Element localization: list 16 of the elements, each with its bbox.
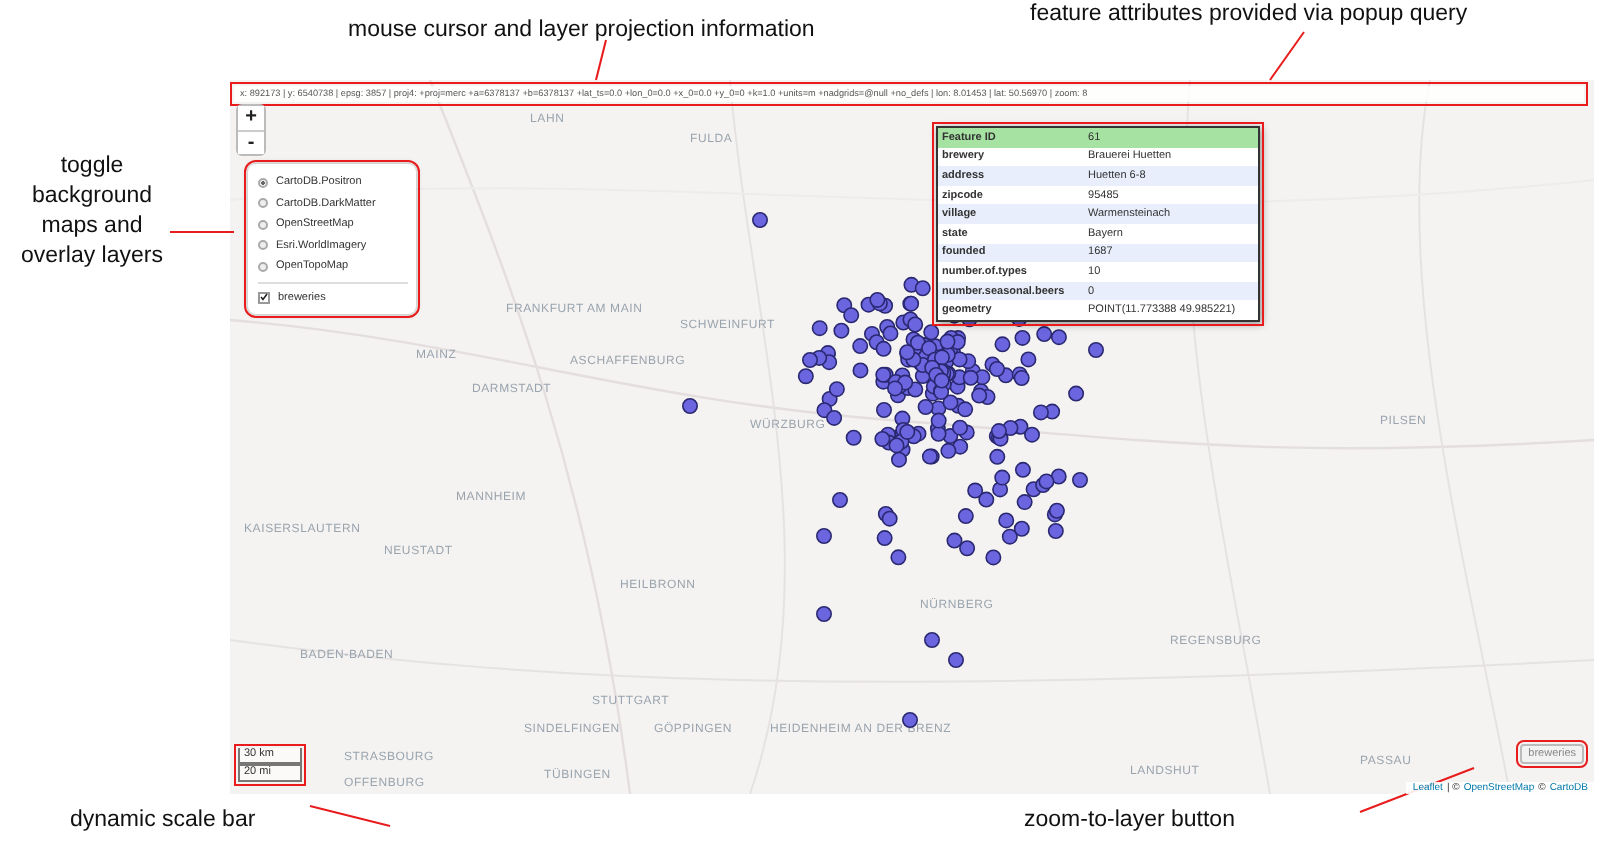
- leader-line: [309, 805, 391, 827]
- checkbox[interactable]: [258, 291, 270, 304]
- leader-line: [169, 231, 235, 233]
- annotation-label: zoom-to-layer button: [1024, 808, 1235, 832]
- zoom-button[interactable]: -: [238, 130, 264, 154]
- annotation-label: feature attributes provided via popup query: [1030, 2, 1468, 26]
- leader-line: [595, 39, 607, 81]
- annotation-label: toggle background maps and overlay layers: [19, 152, 165, 272]
- annotation-label: dynamic scale bar: [70, 808, 256, 832]
- radio-button[interactable]: [258, 219, 268, 230]
- radio-button[interactable]: [258, 177, 268, 188]
- annotation-label: mouse cursor and layer projection information: [348, 18, 815, 42]
- leader-line: [1269, 31, 1305, 81]
- radio-button[interactable]: [258, 198, 268, 209]
- radio-button[interactable]: [258, 240, 268, 251]
- radio-button[interactable]: [258, 261, 268, 272]
